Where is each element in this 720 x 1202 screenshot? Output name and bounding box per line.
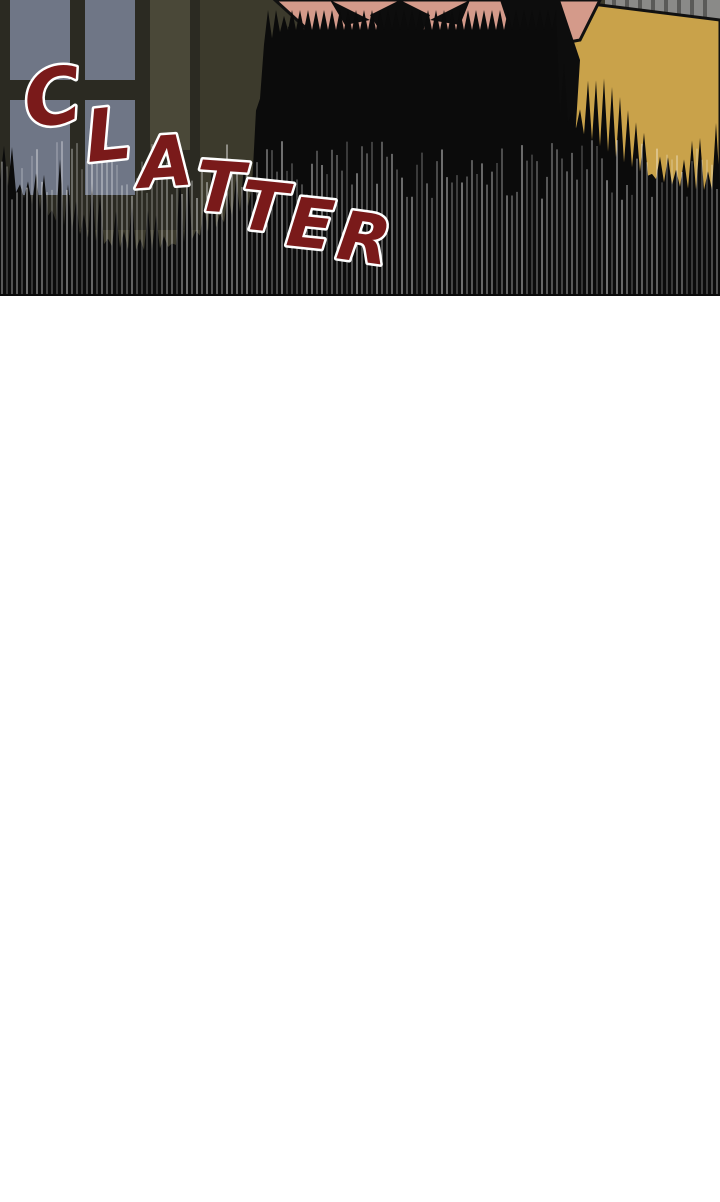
panel-illustration: CL ATTER: [0, 0, 720, 296]
sfx-letter: E: [283, 183, 337, 266]
sfx-letter: L: [81, 91, 135, 179]
sfx-letter: R: [333, 197, 396, 283]
comic-panel: CLATTER: [0, 0, 720, 296]
panel-border: [0, 294, 720, 296]
empty-gutter: [0, 297, 720, 1202]
sfx-letter: A: [130, 119, 195, 205]
